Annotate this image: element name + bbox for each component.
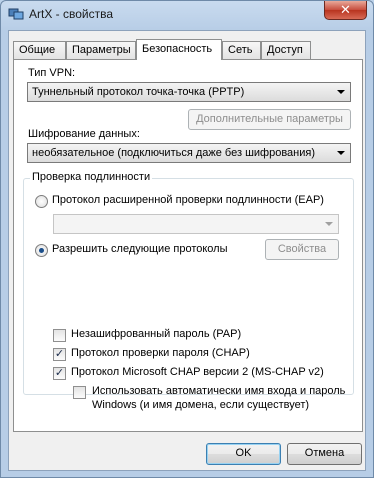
eap-radio-label: Протокол расширенной проверки подлинност… xyxy=(52,194,324,206)
allow-protocols-label: Разрешить следующие протоколы xyxy=(52,243,228,255)
tab-options[interactable]: Параметры xyxy=(66,41,136,59)
encryption-label: Шифрование данных: xyxy=(28,128,140,140)
auto-login-checkbox[interactable] xyxy=(73,386,86,399)
close-button[interactable]: ✕ xyxy=(324,1,367,20)
ok-button[interactable]: OK xyxy=(206,443,281,465)
mschapv2-checkbox[interactable]: ✓ xyxy=(53,367,66,380)
dropdown-arrow-icon xyxy=(337,90,345,94)
vpn-type-label: Тип VPN: xyxy=(28,67,76,79)
pap-label: Незашифрованный пароль (PAP) xyxy=(71,328,242,340)
auto-login-label-line2: Windows (и имя домена, если существует) xyxy=(92,399,310,411)
tab-security[interactable]: Безопасность xyxy=(136,39,222,60)
security-tab-panel: Тип VPN: Туннельный протокол точка-точка… xyxy=(13,59,363,432)
chap-label: Протокол проверки пароля (CHAP) xyxy=(71,347,250,359)
mschapv2-label: Протокол Microsoft CHAP версии 2 (MS-CHA… xyxy=(71,366,324,378)
title-bar[interactable]: ArtX - свойства ✕ xyxy=(1,1,373,27)
encryption-value: необязательное (подключиться даже без ши… xyxy=(32,147,316,159)
tab-sharing[interactable]: Доступ xyxy=(261,41,311,59)
dropdown-arrow-icon xyxy=(325,222,333,226)
auto-login-label-line1: Использовать автоматически имя входа и п… xyxy=(92,385,346,397)
properties-window: ArtX - свойства ✕ Общие Параметры Безопа… xyxy=(0,0,374,478)
network-connection-icon xyxy=(8,8,24,20)
tab-general[interactable]: Общие xyxy=(13,41,66,59)
window-title: ArtX - свойства xyxy=(29,7,114,21)
dialog-body: Общие Параметры Безопасность Сеть Доступ… xyxy=(8,30,366,471)
dropdown-arrow-icon xyxy=(337,151,345,155)
vpn-type-value: Туннельный протокол точка-точка (PPTP) xyxy=(32,86,245,98)
pap-checkbox[interactable] xyxy=(53,329,66,342)
authentication-group: Проверка подлинности Протокол расширенно… xyxy=(23,171,354,411)
advanced-settings-button[interactable]: Дополнительные параметры xyxy=(188,109,351,130)
eap-method-select[interactable] xyxy=(53,214,339,234)
allow-protocols-radio[interactable] xyxy=(35,244,48,257)
encryption-select[interactable]: необязательное (подключиться даже без ши… xyxy=(27,143,351,163)
cancel-button[interactable]: Отмена xyxy=(287,443,362,465)
tab-network[interactable]: Сеть xyxy=(222,41,261,59)
eap-radio[interactable] xyxy=(35,195,48,208)
chap-checkbox[interactable]: ✓ xyxy=(53,348,66,361)
properties-button[interactable]: Свойства xyxy=(265,239,339,260)
authentication-group-title: Проверка подлинности xyxy=(30,171,153,183)
vpn-type-select[interactable]: Туннельный протокол точка-точка (PPTP) xyxy=(27,82,351,102)
